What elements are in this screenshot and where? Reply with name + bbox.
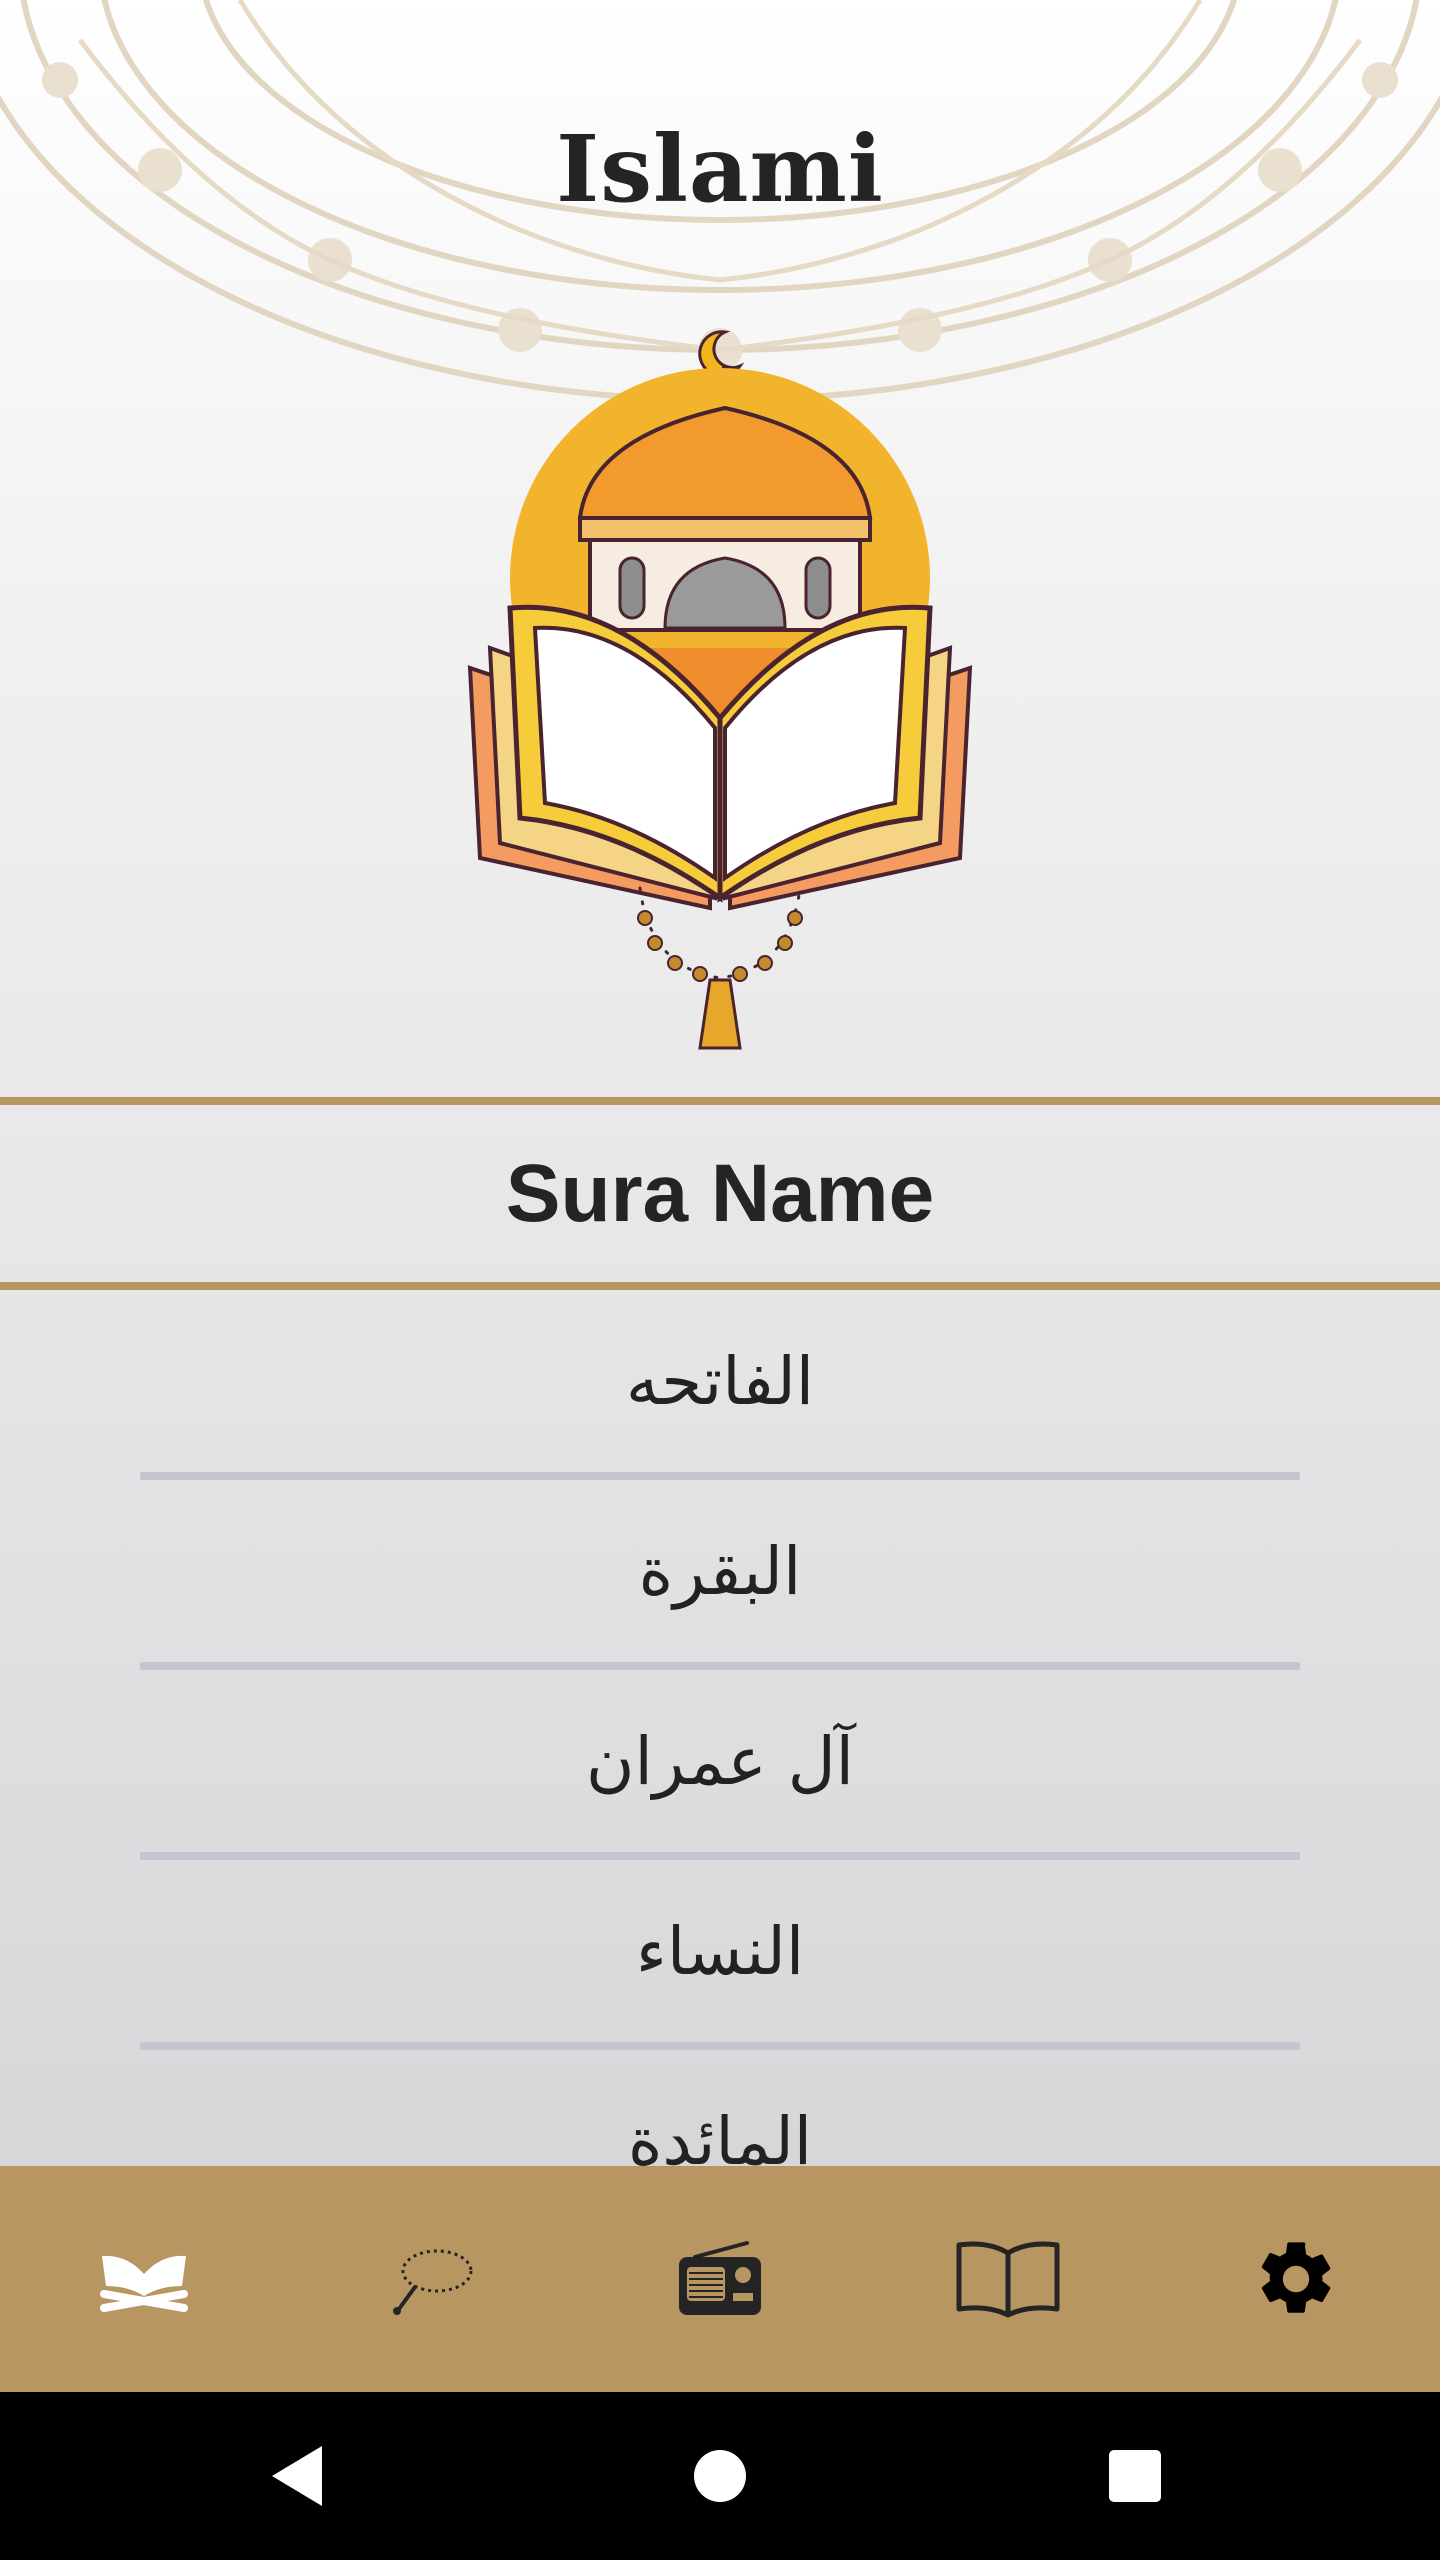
sura-item[interactable]: الفاتحه <box>0 1290 1440 1472</box>
list-divider <box>140 2042 1300 2050</box>
nav-item-radio[interactable] <box>620 2179 820 2379</box>
sura-list[interactable]: الفاتحه البقرة آل عمران النساء المائدة <box>0 1290 1440 2166</box>
sura-item[interactable]: آل عمران <box>0 1670 1440 1852</box>
app-title: Islami <box>556 115 884 223</box>
sura-item[interactable]: المائدة <box>0 2050 1440 2167</box>
nav-item-sebha[interactable] <box>332 2179 532 2379</box>
nav-item-hadeth[interactable] <box>908 2179 1108 2379</box>
nav-item-quran[interactable] <box>44 2179 244 2379</box>
mosque-quran-logo <box>467 330 973 1050</box>
back-icon[interactable] <box>250 2426 350 2526</box>
sura-item[interactable]: النساء <box>0 1860 1440 2042</box>
sura-item[interactable]: البقرة <box>0 1480 1440 1662</box>
bottom-navigation <box>0 2166 1440 2392</box>
sura-name-header: Sura Name <box>0 1097 1440 1290</box>
sebha-icon <box>393 2249 473 2315</box>
home-icon[interactable] <box>670 2426 770 2526</box>
nav-item-settings[interactable] <box>1196 2179 1396 2379</box>
list-divider <box>140 1852 1300 1860</box>
recents-icon[interactable] <box>1085 2426 1185 2526</box>
list-divider <box>140 1662 1300 1670</box>
radio-icon <box>679 2241 761 2315</box>
sura-name-header-label: Sura Name <box>505 1147 935 1239</box>
system-navigation-bar <box>0 2392 1440 2560</box>
list-divider <box>140 1472 1300 1480</box>
quran-icon <box>100 2255 188 2312</box>
hadeth-book-icon <box>956 2241 1060 2318</box>
settings-gear-icon <box>1261 2242 1331 2313</box>
